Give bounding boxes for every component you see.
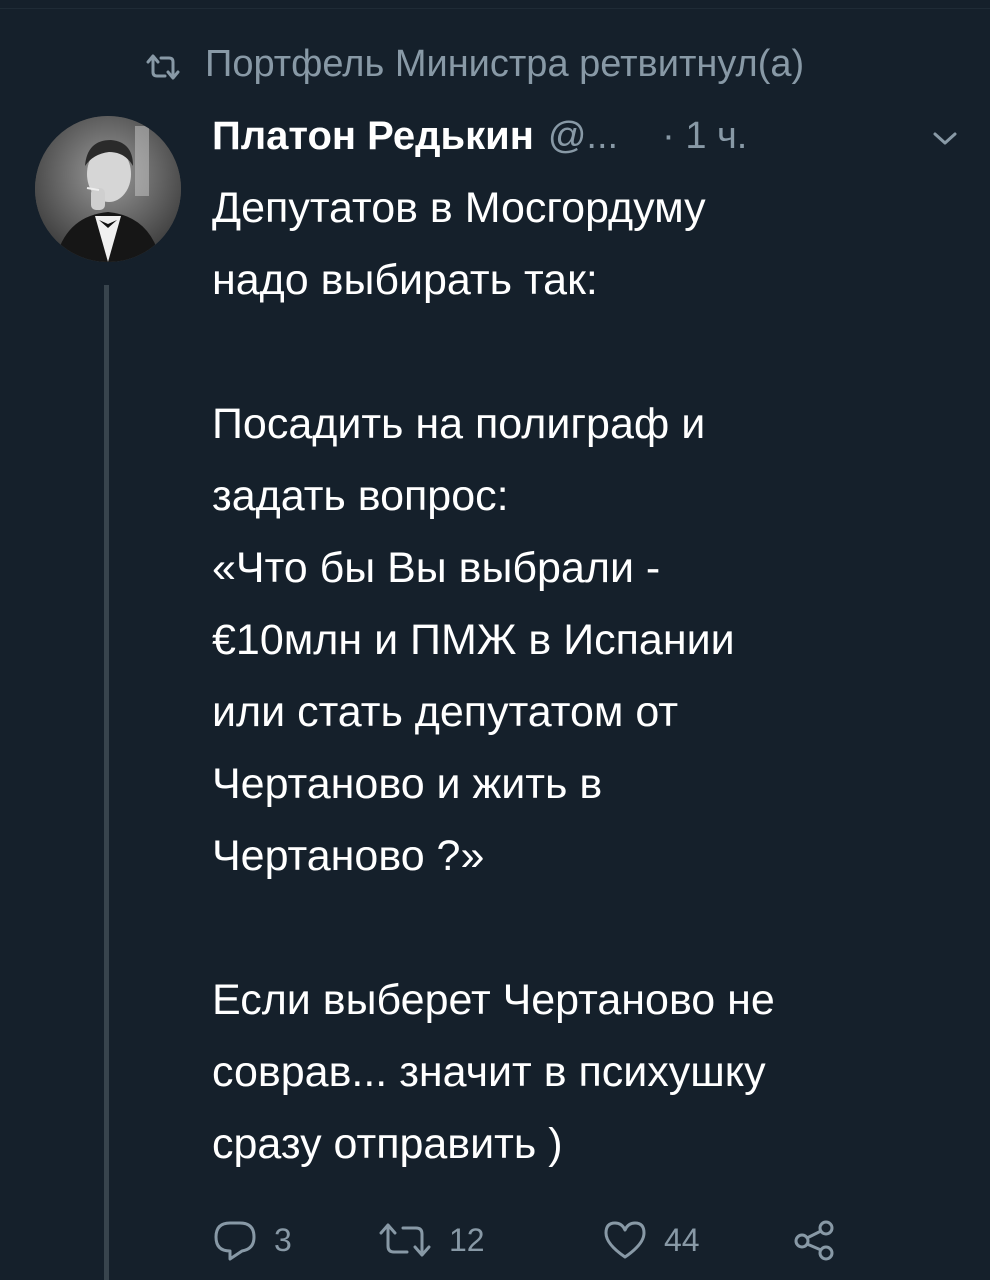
retweet-context-label: Портфель Министра ретвитнул(а)	[205, 42, 805, 85]
tweet-timestamp[interactable]: · 1 ч.	[662, 115, 747, 158]
retweet-button[interactable]: 12	[377, 1220, 602, 1260]
chevron-down-icon[interactable]	[930, 128, 960, 148]
retweet-icon	[145, 49, 181, 80]
retweet-icon	[377, 1220, 433, 1260]
heart-icon	[602, 1219, 648, 1261]
share-button[interactable]	[792, 1219, 838, 1261]
reply-icon	[212, 1219, 258, 1261]
tweet-actions: 3 12 44	[212, 1215, 838, 1265]
tweet-header: Платон Редькин @... · 1 ч.	[212, 108, 747, 164]
avatar[interactable]	[35, 116, 181, 262]
thread-line	[104, 285, 109, 1280]
share-icon	[792, 1219, 838, 1261]
tweet-text: Депутатов в Мосгордуму надо выбирать так…	[212, 184, 775, 1168]
like-button[interactable]: 44	[602, 1219, 792, 1261]
author-name[interactable]: Платон Редькин	[212, 114, 534, 159]
reply-button[interactable]: 3	[212, 1219, 377, 1261]
author-handle[interactable]: @...	[548, 115, 618, 158]
top-divider	[0, 8, 990, 9]
reply-count: 3	[274, 1221, 292, 1258]
like-count: 44	[664, 1221, 700, 1258]
retweet-context[interactable]: Портфель Министра ретвитнул(а)	[145, 38, 804, 90]
retweet-count: 12	[449, 1221, 485, 1258]
